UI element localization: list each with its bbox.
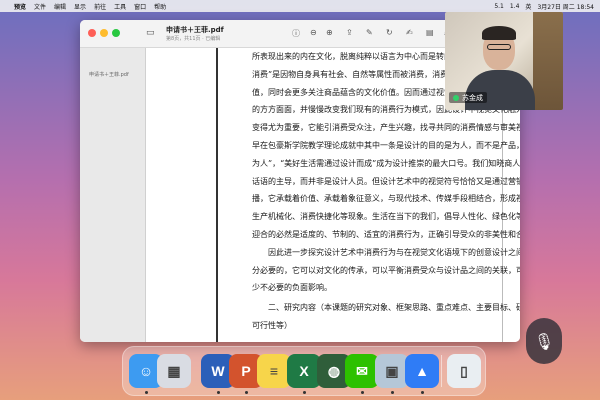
form-fill-icon[interactable]: ▤ <box>426 28 434 37</box>
microphone-icon: 🎙 <box>533 331 555 351</box>
menu-item-edit[interactable]: 编辑 <box>54 2 66 11</box>
menu-item-window[interactable]: 窗口 <box>134 2 146 11</box>
running-indicator <box>391 391 394 394</box>
running-indicator <box>361 391 364 394</box>
excel-icon[interactable]: X <box>287 354 321 388</box>
text-line: 变得尤为重要，它能引消费受众注，产生兴趣，找寻共同的消费情感与审美视觉语言。 <box>252 123 520 133</box>
microphone-button[interactable]: 🎙 <box>526 318 562 364</box>
notes-icon[interactable]: ≡ <box>257 354 291 388</box>
trash-icon[interactable]: ▯ <box>447 354 481 388</box>
input-method-indicator[interactable]: 英 <box>525 2 531 11</box>
rotate-icon[interactable]: ↻ <box>386 28 393 37</box>
participant-name: 苏金成 <box>462 93 483 102</box>
share-icon[interactable]: ⇪ <box>346 28 353 37</box>
page-border-left <box>216 48 218 342</box>
participant-hair <box>482 26 516 40</box>
text-line: 为人”，“美好生活需通过设计而成”成为设计推崇的最大口号。我们知晓商人是消费社会 <box>252 158 520 168</box>
document-title: 申请书＋王菲.pdf <box>166 26 224 34</box>
markup-icon[interactable]: ✎ <box>366 28 373 37</box>
menu-bar: 预览 文件 编辑 显示 前往 工具 窗口 帮助 5.1 1.4 英 3月27日 … <box>0 0 600 12</box>
mic-active-icon <box>453 94 459 101</box>
text-line: 因此进一步探究设计艺术中消费行为与在视觉文化语境下的创意设计之间的联系是十 <box>267 247 520 257</box>
tencent-meeting-icon[interactable]: ▲ <box>405 354 439 388</box>
text-line: 早在包豪斯学院教学理论成就中其中一条是设计的目的是为人，而不是产品，因此“设计 <box>252 140 520 150</box>
zoom-window-button[interactable] <box>112 29 120 37</box>
text-line: 播，它承载着价值、承载着象征意义，与现代技术、传媒手段相结合，形成视觉印象化、 <box>252 194 520 204</box>
menu-item-help[interactable]: 帮助 <box>154 2 166 11</box>
sidebar-toggle-icon[interactable]: ▭ <box>146 28 155 38</box>
status-download-rate: 1.4 <box>509 2 520 10</box>
minimize-window-button[interactable] <box>100 29 108 37</box>
background-bookshelf <box>533 12 563 110</box>
text-line: 话语的主导，而并非是设计人员。但设计艺术中的视觉符号恰恰又是通过营销行为进行传 <box>252 176 520 186</box>
menu-item-file[interactable]: 文件 <box>34 2 46 11</box>
running-indicator <box>245 391 248 394</box>
info-icon[interactable]: ⓘ <box>292 28 300 39</box>
running-indicator <box>217 391 220 394</box>
running-indicator <box>303 391 306 394</box>
text-line: 少不必要的负面影响。 <box>252 283 332 293</box>
close-window-button[interactable] <box>88 29 96 37</box>
wechat-icon[interactable]: ✉ <box>345 354 379 388</box>
annotate-icon[interactable]: ✍ <box>406 28 413 37</box>
participant-name-tag: 苏金成 <box>449 92 487 103</box>
dock-separator <box>441 355 442 387</box>
section-heading: 二、研究内容（本课题的研究对象、框架思路、重点难点、主要目标、研究计划及其 <box>267 303 520 313</box>
zoom-in-icon[interactable]: ⊕ <box>326 28 333 37</box>
menu-item-view[interactable]: 显示 <box>74 2 86 11</box>
sidebar-document-label[interactable]: 申请书＋王菲.pdf <box>89 71 129 78</box>
launchpad-icon[interactable]: ▦ <box>157 354 191 388</box>
thumbnail-sidebar: 申请书＋王菲.pdf <box>80 48 146 342</box>
preview-icon[interactable]: ▣ <box>375 354 409 388</box>
status-upload-rate: 5.1 <box>494 2 504 10</box>
menubar-clock[interactable]: 3月27日 周二 18:54 <box>537 2 594 11</box>
status-area: 5.1 1.4 英 3月27日 周二 18:54 <box>488 2 594 11</box>
participant-body <box>465 70 535 110</box>
zoom-out-icon[interactable]: ⊖ <box>310 28 317 37</box>
menu-item-go[interactable]: 前往 <box>94 2 106 11</box>
running-indicator <box>421 391 424 394</box>
text-line: 可行性等） <box>252 320 292 330</box>
text-line: 分必要的，它可以对文化的传承，可以平衡消费受众与设计品之间的关联，可以规避或减 <box>252 265 520 275</box>
text-line: 迎合的必然是适度的、节制的、适宜的消费行为，正确引导受众的非美性和合理的消费观。 <box>252 229 520 239</box>
menu-item-tools[interactable]: 工具 <box>114 2 126 11</box>
running-indicator <box>145 391 148 394</box>
text-line: 生产机械化、消费快捷化等现象。生活在当下的我们，倡导人性化、绿色化等设计形式， <box>252 212 520 222</box>
document-subtitle: 第8页，共11页 · 已编辑 <box>166 36 221 42</box>
menu-item-app[interactable]: 预览 <box>14 2 26 11</box>
participant-glasses <box>487 44 511 50</box>
dock: ☺ ▦ W P ≡ X ◍ ✉ ▣ ▲ ▯ <box>122 346 486 396</box>
